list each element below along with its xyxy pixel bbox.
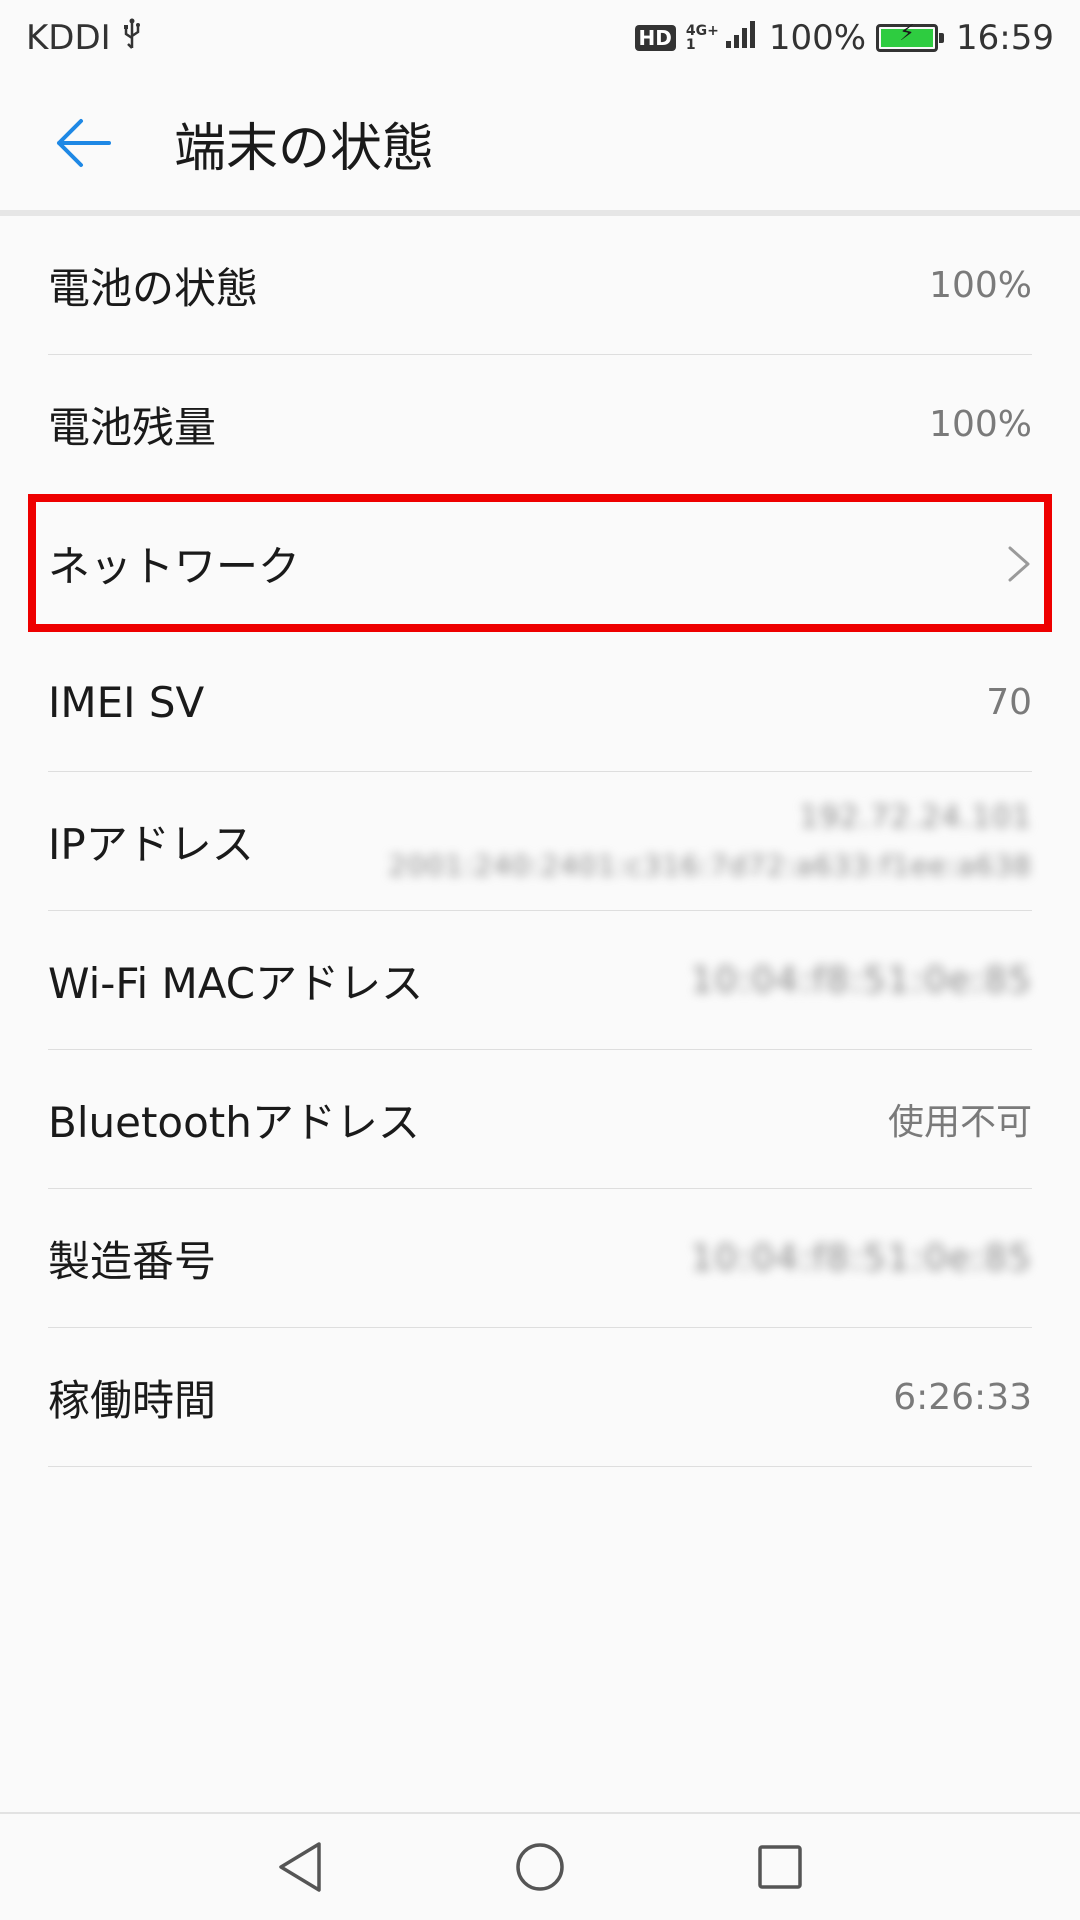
nav-back-button[interactable]: [265, 1832, 335, 1902]
row-label: 電池の状態: [48, 263, 259, 313]
chevron-right-icon: [1008, 546, 1030, 581]
uptime-row: 稼働時間 6:26:33: [48, 1328, 1032, 1467]
status-bar: KDDI HD 4G+ 1 100% ⚡ 16:59: [0, 0, 1080, 76]
row-label: IMEI SV: [48, 677, 205, 727]
back-button[interactable]: [28, 88, 138, 198]
status-list: 電池の状態 100% 電池残量 100% ネットワーク IMEI SV 70 I…: [48, 216, 1032, 1467]
navigation-bar: [0, 1814, 1080, 1920]
hd-voice-badge: HD: [634, 25, 676, 51]
battery-level-row: 電池残量 100%: [48, 355, 1032, 494]
signal-strength-icon: [725, 18, 759, 58]
carrier-name: KDDI: [26, 18, 111, 58]
ip-address-values: 192.72.24.101 2001:240:2401:c316:7d72:a6…: [389, 800, 1032, 882]
row-value: 100%: [929, 264, 1032, 306]
battery-percent: 100%: [768, 18, 867, 58]
network-sub-label: 1: [685, 37, 696, 53]
row-label: 製造番号: [48, 1236, 217, 1286]
status-left: KDDI: [26, 18, 143, 59]
status-right: HD 4G+ 1 100% ⚡ 16:59: [634, 18, 1054, 58]
network-type-indicator: 4G+ 1: [686, 24, 719, 52]
row-label: 稼働時間: [48, 1375, 217, 1425]
app-bar: 端末の状態: [0, 76, 1080, 210]
row-value: 10:04:f8:51:0e:85: [690, 1237, 1032, 1279]
imei-sv-row: IMEI SV 70: [48, 633, 1032, 772]
row-value: 70: [986, 681, 1032, 723]
network-type-label: 4G+: [685, 23, 719, 39]
wifi-mac-row: Wi-Fi MACアドレス 10:04:f8:51:0e:85: [48, 911, 1032, 1050]
ip-address-row: IPアドレス 192.72.24.101 2001:240:2401:c316:…: [48, 772, 1032, 911]
charging-bolt-icon: ⚡: [899, 21, 915, 46]
usb-icon: [121, 18, 143, 59]
square-recents-icon: [758, 1845, 802, 1889]
row-label: Wi-Fi MACアドレス: [48, 958, 424, 1008]
row-label: IPアドレス: [48, 819, 254, 869]
bluetooth-address-row: Bluetoothアドレス 使用不可: [48, 1050, 1032, 1189]
row-value: 6:26:33: [893, 1376, 1032, 1418]
row-value: 使用不可: [887, 1102, 1032, 1143]
ipv4-value: 192.72.24.101: [799, 800, 1032, 835]
battery-status-row: 電池の状態 100%: [48, 216, 1032, 355]
serial-number-row: 製造番号 10:04:f8:51:0e:85: [48, 1189, 1032, 1328]
row-value: 10:04:f8:51:0e:85: [690, 959, 1032, 1001]
triangle-back-icon: [279, 1842, 321, 1892]
row-label: ネットワーク: [48, 542, 301, 591]
circle-home-icon: [516, 1843, 564, 1891]
row-label: 電池残量: [48, 403, 217, 452]
nav-recents-button[interactable]: [745, 1832, 815, 1902]
battery-icon: ⚡: [876, 21, 945, 52]
network-row[interactable]: ネットワーク: [48, 494, 1032, 633]
row-value: 100%: [929, 404, 1032, 445]
ipv6-value: 2001:240:2401:c316:7d72:a633:f1ee:a638: [388, 849, 1032, 882]
clock: 16:59: [956, 18, 1054, 58]
nav-home-button[interactable]: [505, 1832, 575, 1902]
page-title: 端末の状態: [174, 118, 435, 179]
row-label: Bluetoothアドレス: [48, 1097, 420, 1147]
arrow-left-icon: [57, 119, 111, 167]
